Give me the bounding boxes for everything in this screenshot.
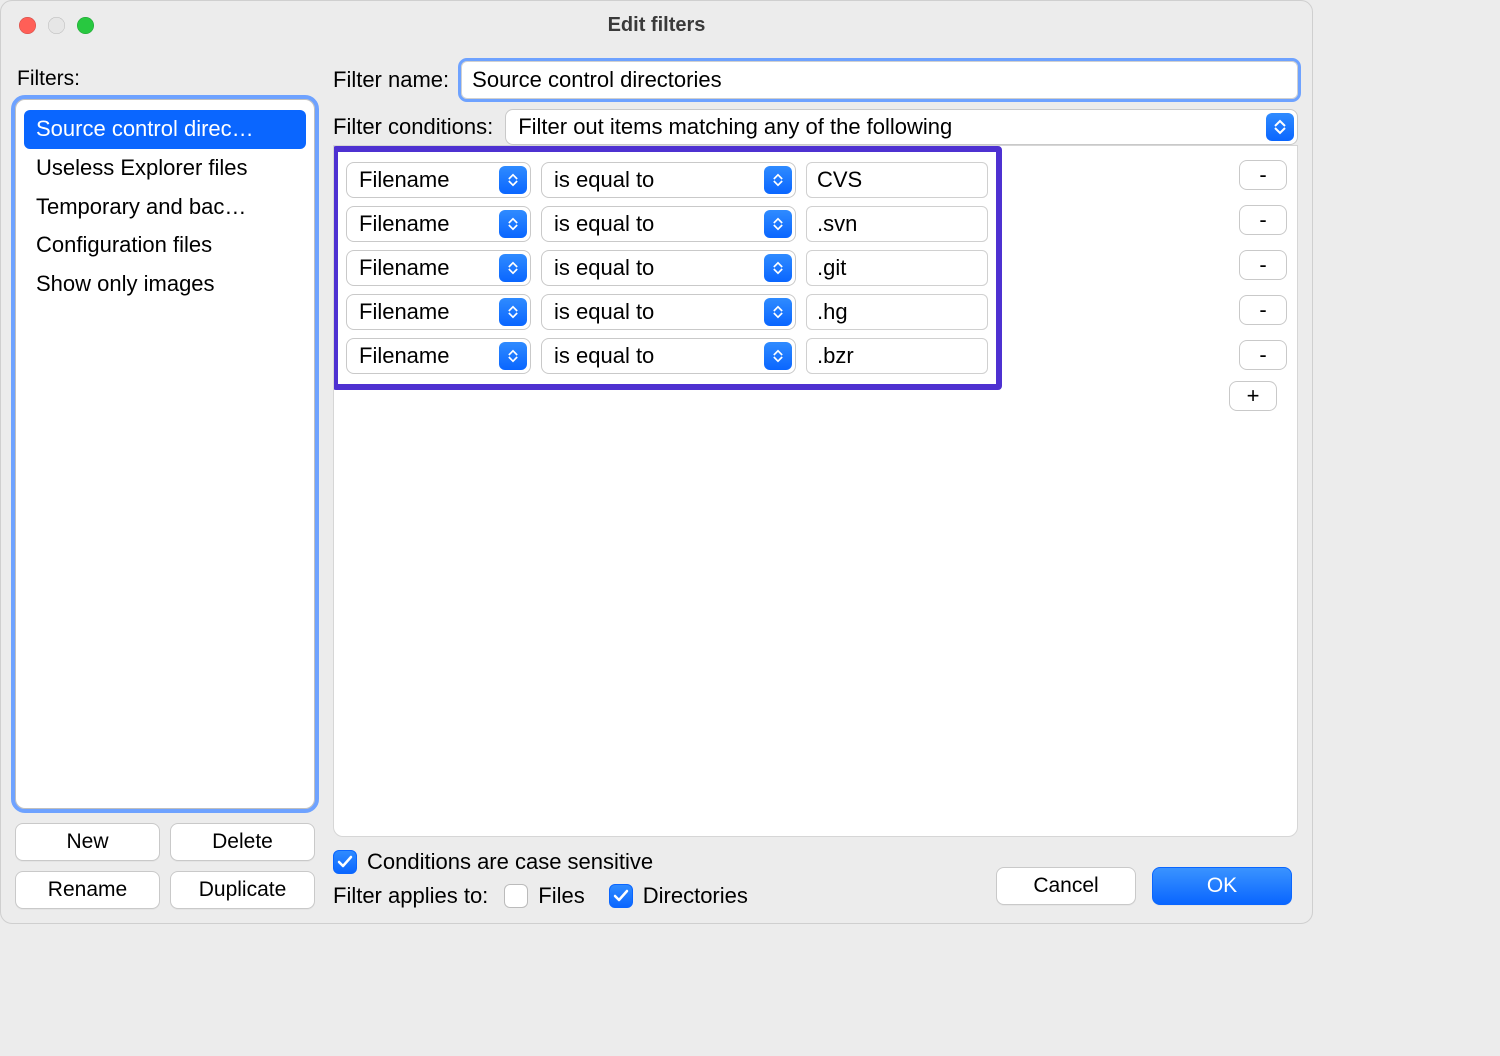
condition-op-select[interactable]: is equal to <box>541 250 796 286</box>
content: Filters: Source control direc… Useless E… <box>1 49 1312 923</box>
updown-icon <box>764 166 792 194</box>
condition-field-value: Filename <box>359 211 449 237</box>
main: Filter name: Filter conditions: Filter o… <box>333 61 1298 909</box>
remove-condition-button[interactable]: - <box>1239 340 1287 370</box>
filter-item[interactable]: Source control direc… <box>24 110 306 149</box>
condition-field-value: Filename <box>359 343 449 369</box>
filters-label: Filters: <box>17 67 315 91</box>
condition-value-input[interactable] <box>806 338 988 374</box>
updown-icon <box>499 342 527 370</box>
filter-item[interactable]: Temporary and bac… <box>24 188 306 227</box>
updown-icon <box>1266 113 1294 141</box>
filter-conditions-value: Filter out items matching any of the fol… <box>518 114 952 140</box>
conditions-panel: Filename is equal to <box>333 145 1298 837</box>
condition-value-input[interactable] <box>806 250 988 286</box>
condition-field-select[interactable]: Filename <box>346 162 531 198</box>
condition-op-select[interactable]: is equal to <box>541 294 796 330</box>
condition-field-value: Filename <box>359 299 449 325</box>
condition-op-select[interactable]: is equal to <box>541 338 796 374</box>
condition-op-value: is equal to <box>554 211 654 237</box>
filter-conditions-label: Filter conditions: <box>333 114 493 140</box>
zoom-icon[interactable] <box>77 17 94 34</box>
filter-item[interactable]: Useless Explorer files <box>24 149 306 188</box>
filter-item[interactable]: Show only images <box>24 265 306 304</box>
applies-to-directories-label: Directories <box>643 883 748 909</box>
applies-to-files-label: Files <box>538 883 584 909</box>
footer: Cancel OK <box>996 867 1292 905</box>
condition-op-value: is equal to <box>554 255 654 281</box>
edit-filters-window: Edit filters Filters: Source control dir… <box>0 0 1313 924</box>
condition-field-select[interactable]: Filename <box>346 294 531 330</box>
condition-field-select[interactable]: Filename <box>346 338 531 374</box>
rename-button[interactable]: Rename <box>15 871 160 909</box>
condition-op-value: is equal to <box>554 299 654 325</box>
condition-row: Filename is equal to <box>346 290 988 334</box>
condition-field-select[interactable]: Filename <box>346 250 531 286</box>
delete-button[interactable]: Delete <box>170 823 315 861</box>
condition-value-input[interactable] <box>806 206 988 242</box>
close-icon[interactable] <box>19 17 36 34</box>
sidebar-buttons: New Delete Rename Duplicate <box>15 823 315 909</box>
filter-name-input[interactable] <box>461 61 1298 99</box>
condition-value-input[interactable] <box>806 294 988 330</box>
condition-op-value: is equal to <box>554 343 654 369</box>
new-button[interactable]: New <box>15 823 160 861</box>
window-controls <box>19 17 94 34</box>
applies-to-label: Filter applies to: <box>333 883 488 909</box>
filter-conditions-row: Filter conditions: Filter out items matc… <box>333 109 1298 145</box>
highlighted-conditions: Filename is equal to <box>333 146 1002 390</box>
duplicate-button[interactable]: Duplicate <box>170 871 315 909</box>
case-sensitive-checkbox[interactable] <box>333 850 357 874</box>
updown-icon <box>764 342 792 370</box>
remove-condition-button[interactable]: - <box>1239 250 1287 280</box>
condition-op-value: is equal to <box>554 167 654 193</box>
sidebar: Filters: Source control direc… Useless E… <box>15 61 315 909</box>
ok-button[interactable]: OK <box>1152 867 1292 905</box>
condition-row: Filename is equal to <box>346 334 988 378</box>
applies-to-directories-checkbox[interactable] <box>609 884 633 908</box>
updown-icon <box>764 210 792 238</box>
remove-condition-button[interactable]: - <box>1239 205 1287 235</box>
condition-row: Filename is equal to <box>346 158 988 202</box>
titlebar: Edit filters <box>1 1 1312 49</box>
updown-icon <box>499 210 527 238</box>
condition-op-select[interactable]: is equal to <box>541 206 796 242</box>
condition-row: Filename is equal to <box>346 246 988 290</box>
updown-icon <box>764 298 792 326</box>
updown-icon <box>499 254 527 282</box>
filter-name-row: Filter name: <box>333 61 1298 99</box>
remove-condition-button[interactable]: - <box>1239 160 1287 190</box>
remove-condition-button[interactable]: - <box>1239 295 1287 325</box>
filter-item[interactable]: Configuration files <box>24 226 306 265</box>
condition-value-input[interactable] <box>806 162 988 198</box>
condition-field-value: Filename <box>359 255 449 281</box>
filter-list[interactable]: Source control direc… Useless Explorer f… <box>15 99 315 809</box>
condition-field-value: Filename <box>359 167 449 193</box>
filter-conditions-select[interactable]: Filter out items matching any of the fol… <box>505 109 1298 145</box>
condition-op-select[interactable]: is equal to <box>541 162 796 198</box>
minimize-icon[interactable] <box>48 17 65 34</box>
cancel-button[interactable]: Cancel <box>996 867 1136 905</box>
window-title: Edit filters <box>1 14 1312 37</box>
case-sensitive-label: Conditions are case sensitive <box>367 849 653 875</box>
add-condition-button[interactable]: + <box>1229 381 1277 411</box>
updown-icon <box>499 298 527 326</box>
updown-icon <box>764 254 792 282</box>
filter-name-label: Filter name: <box>333 67 449 93</box>
applies-to-files-checkbox[interactable] <box>504 884 528 908</box>
condition-row: Filename is equal to <box>346 202 988 246</box>
updown-icon <box>499 166 527 194</box>
condition-field-select[interactable]: Filename <box>346 206 531 242</box>
